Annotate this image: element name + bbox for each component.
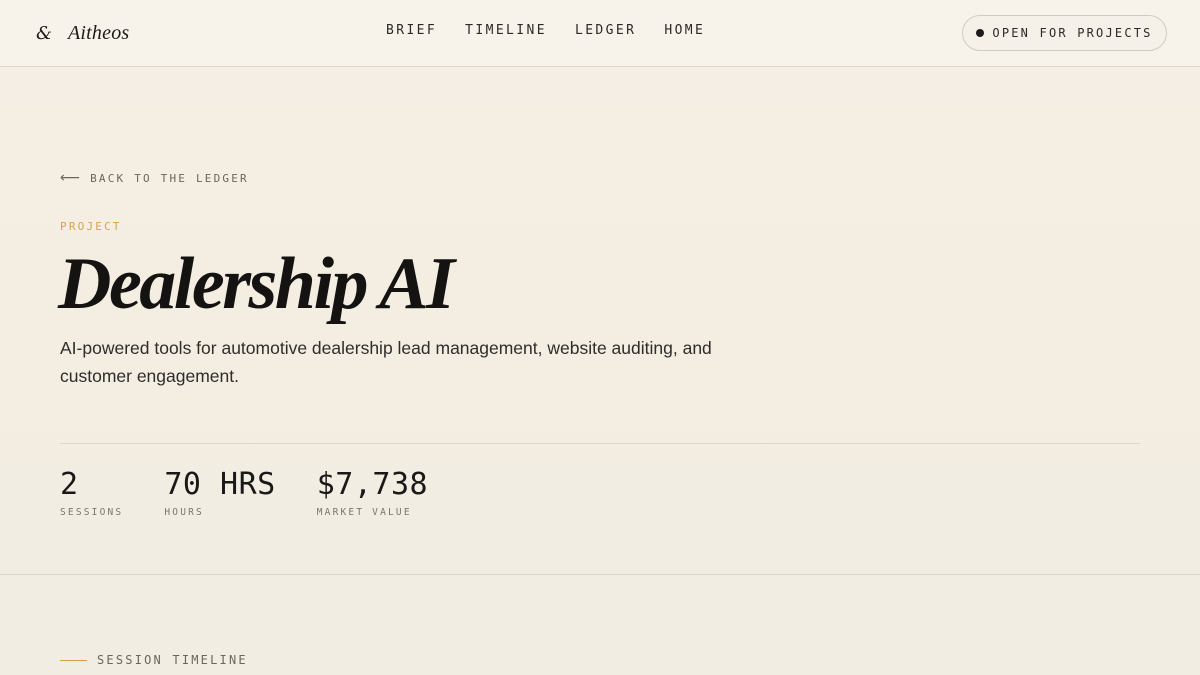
nav-brief[interactable]: BRIEF — [386, 23, 437, 38]
nav-ledger[interactable]: LEDGER — [575, 23, 636, 38]
ampersand-logo-icon: & — [35, 22, 53, 44]
divider — [60, 443, 1140, 444]
arrow-left-icon: ⟵ — [60, 170, 81, 186]
stat-market-value: $7,738 MARKET VALUE — [317, 466, 428, 518]
brand-name: Aitheos — [68, 21, 130, 44]
main-nav: BRIEF TIMELINE LEDGER HOME — [386, 23, 705, 38]
status-dot-icon — [976, 29, 985, 37]
top-bar: & Aitheos BRIEF TIMELINE LEDGER HOME OPE… — [0, 0, 1200, 67]
stat-label: HOURS — [164, 507, 204, 518]
back-to-ledger-link[interactable]: ⟵ BACK TO THE LEDGER — [60, 170, 249, 186]
page-title: Dealership AI — [58, 243, 455, 325]
status-label: OPEN FOR PROJECTS — [992, 26, 1153, 40]
stat-label: SESSIONS — [60, 507, 124, 518]
stat-value: 2 — [60, 467, 79, 502]
nav-timeline[interactable]: TIMELINE — [465, 23, 547, 38]
brand[interactable]: & Aitheos — [34, 19, 129, 47]
section-label: SESSION TIMELINE — [97, 653, 248, 667]
back-link-label: BACK TO THE LEDGER — [90, 171, 249, 185]
stat-value: $7,738 — [316, 467, 429, 502]
stat-label: MARKET VALUE — [316, 507, 412, 518]
nav-home[interactable]: HOME — [664, 23, 705, 38]
stat-hours: 70 HRS HOURS — [164, 466, 275, 518]
project-eyebrow: PROJECT — [60, 220, 122, 233]
stats-row: 2 SESSIONS 70 HRS HOURS $7,738 MARKET VA… — [60, 466, 428, 518]
project-description: AI-powered tools for automotive dealersh… — [60, 338, 712, 386]
stat-sessions: 2 SESSIONS — [60, 466, 123, 518]
section-divider — [0, 574, 1200, 575]
open-for-projects-button[interactable]: OPEN FOR PROJECTS — [962, 15, 1167, 51]
accent-rule — [60, 659, 87, 661]
stat-value: 70 HRS — [164, 467, 276, 502]
session-timeline-heading: SESSION TIMELINE — [60, 653, 248, 667]
